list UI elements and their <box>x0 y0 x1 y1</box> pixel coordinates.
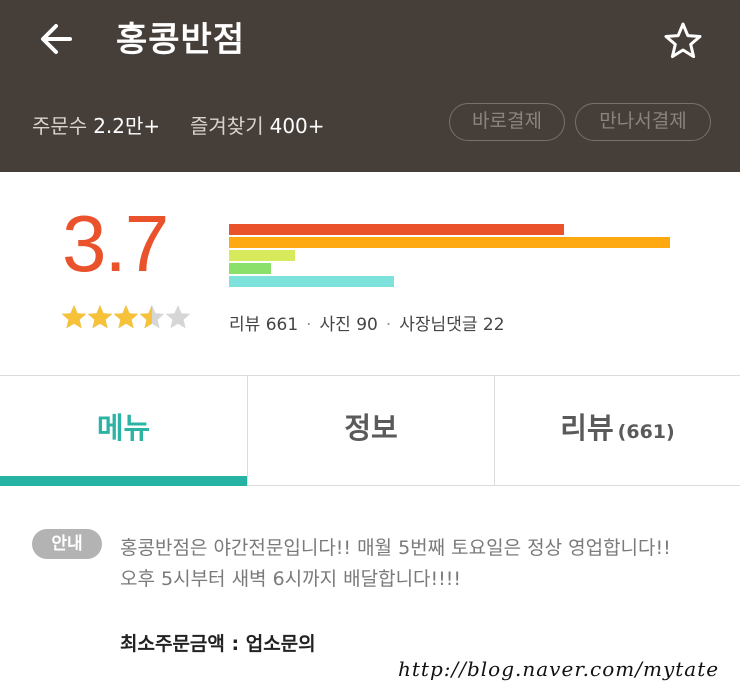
tab-info[interactable]: 정보 <box>247 376 494 486</box>
order-count-value: 2.2만+ <box>93 114 161 138</box>
favorite-count: 즐겨찾기 400+ <box>190 110 325 139</box>
review-count: 661 <box>265 315 299 335</box>
review-count-label: 리뷰 <box>229 315 261 335</box>
photo-count: 90 <box>356 315 378 335</box>
rating-star-icon <box>165 305 191 329</box>
notice-text-line2: 오후 5시부터 새벽 6시까지 배달합니다!!!! <box>120 568 462 590</box>
rating-stars <box>61 304 191 330</box>
rating-summary: 3.7 리뷰 661 · 사진 90 · 사장님댓글 22 <box>0 172 740 375</box>
rating-distribution <box>229 224 670 289</box>
rating-star-icon <box>139 305 165 329</box>
rating-bar-4 <box>229 263 271 274</box>
tab-review[interactable]: 리뷰 (661) <box>494 376 740 486</box>
separator-dot: · <box>385 315 392 335</box>
notice-section: 안내 홍콩반점은 야간전문입니다!! 매월 5번째 토요일은 정상 영업합니다!… <box>0 487 740 689</box>
blog-watermark: http://blog.naver.com/mytate <box>398 657 720 681</box>
favorite-count-label: 즐겨찾기 <box>190 114 264 138</box>
tab-review-count: (661) <box>617 421 675 443</box>
tab-bar: 메뉴 정보 리뷰 (661) <box>0 375 740 486</box>
notice-text-line1: 홍콩반점은 야간전문입니다!! 매월 5번째 토요일은 정상 영업합니다!! <box>120 537 671 559</box>
rating-score: 3.7 <box>62 199 169 288</box>
order-count-label: 주문수 <box>32 114 88 138</box>
rating-bar-5 <box>229 276 395 287</box>
order-count: 주문수 2.2만+ <box>32 110 160 139</box>
meet-pay-badge: 만나서결제 <box>575 103 711 141</box>
direct-pay-badge: 바로결제 <box>449 103 565 141</box>
owner-reply-count: 22 <box>482 315 505 335</box>
minimum-order: 최소주문금액 : 업소문의 <box>120 633 316 655</box>
owner-reply-label: 사장님댓글 <box>399 315 478 335</box>
favorite-button[interactable] <box>662 20 704 62</box>
tab-review-label: 리뷰 <box>560 411 614 445</box>
favorite-count-value: 400+ <box>269 114 325 138</box>
photo-count-label: 사진 <box>319 315 351 335</box>
back-button[interactable] <box>36 18 78 60</box>
notice-badge: 안내 <box>32 529 102 559</box>
rating-bar-2 <box>229 237 670 248</box>
rating-bar-1 <box>229 224 565 235</box>
rating-star-icon <box>113 305 139 329</box>
active-tab-indicator <box>0 476 247 486</box>
rating-counts: 리뷰 661 · 사진 90 · 사장님댓글 22 <box>229 310 505 335</box>
arrow-left-icon <box>41 24 72 54</box>
rating-star-icon <box>87 305 113 329</box>
star-outline-icon <box>664 22 702 59</box>
tab-menu[interactable]: 메뉴 <box>0 376 247 486</box>
rating-bar-3 <box>229 250 296 261</box>
store-title: 홍콩반점 <box>116 20 246 60</box>
separator-dot: · <box>306 315 312 335</box>
store-header: 홍콩반점 주문수 2.2만+ 즐겨찾기 400+ 바로결제 만나서결제 <box>0 0 740 172</box>
rating-star-icon <box>61 305 87 329</box>
